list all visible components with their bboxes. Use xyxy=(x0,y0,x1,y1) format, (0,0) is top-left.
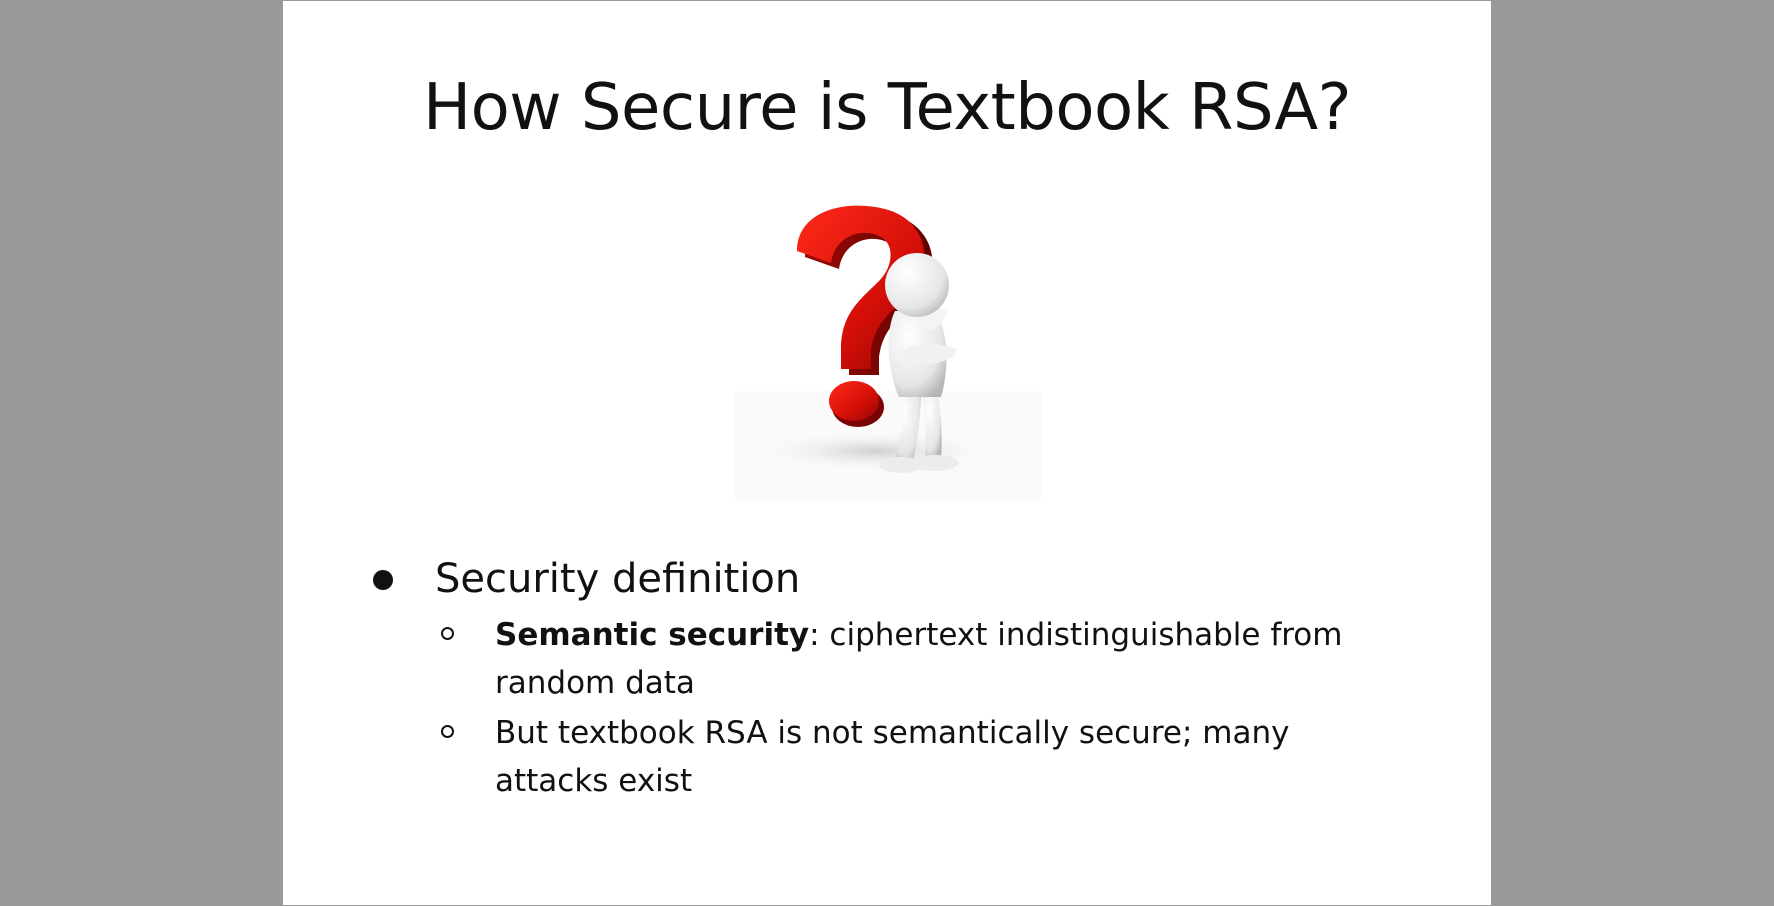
sub-bullet-item: But textbook RSA is not semantically sec… xyxy=(441,709,1375,805)
slide-canvas: How Secure is Textbook RSA? Security def… xyxy=(283,1,1491,905)
bullet-dot-icon xyxy=(373,570,393,590)
slide-title: How Secure is Textbook RSA? xyxy=(422,71,1352,145)
bullet-ring-icon xyxy=(441,725,454,738)
slide-viewer: How Secure is Textbook RSA? Security def… xyxy=(0,0,1774,906)
sub-bullet-bold-text: Semantic security xyxy=(495,617,810,653)
bullet-list: Security definition Semantic security: c… xyxy=(373,549,1413,805)
question-mark-thinking-figure-icon xyxy=(735,201,1041,501)
sub-bullet-item: Semantic security: ciphertext indistingu… xyxy=(441,611,1375,707)
sub-bullet-text: But textbook RSA is not semantically sec… xyxy=(495,715,1290,799)
bullet-text: Security definition xyxy=(435,556,801,602)
bullet-ring-icon xyxy=(441,627,454,640)
bullet-item: Security definition xyxy=(373,549,1413,609)
